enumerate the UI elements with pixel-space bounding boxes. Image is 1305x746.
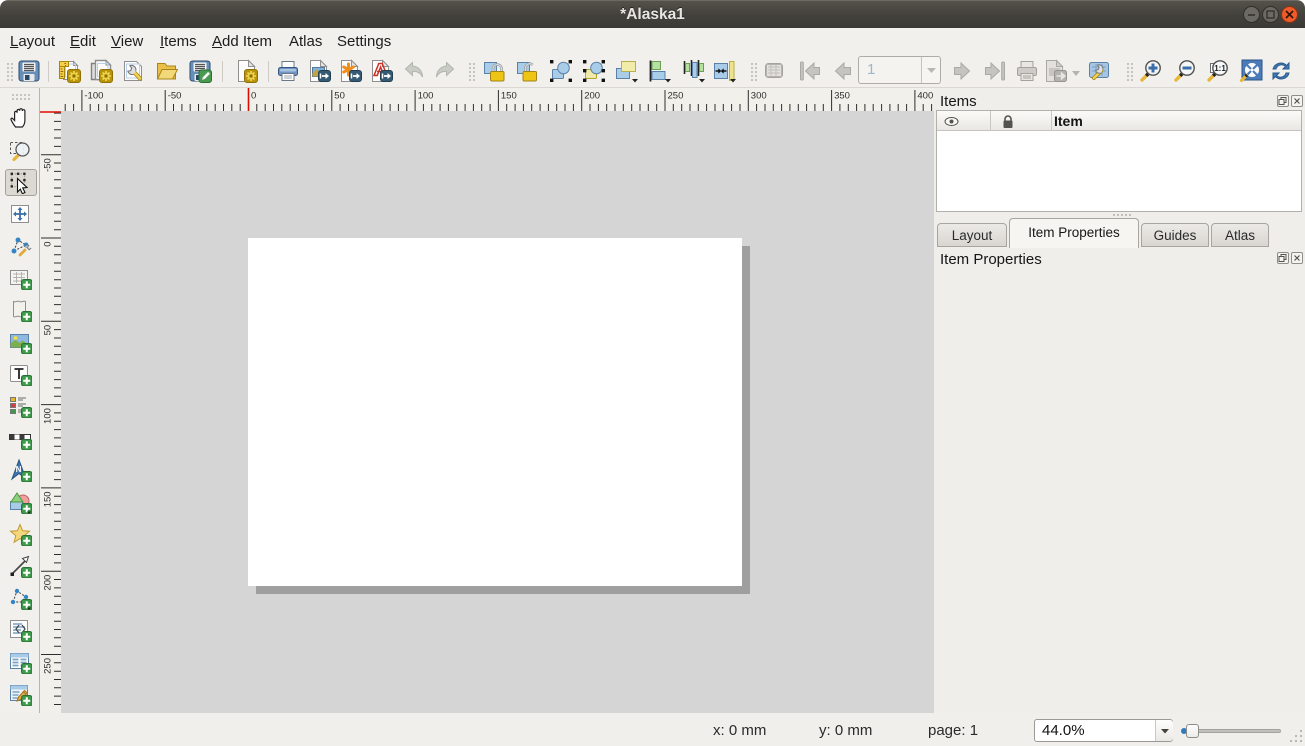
svg-text:100: 100 (43, 408, 54, 424)
svg-text:400: 400 (917, 91, 933, 102)
svg-text:0: 0 (43, 242, 54, 247)
svg-text:200: 200 (43, 575, 54, 591)
svg-text:350: 350 (834, 91, 850, 102)
svg-text:250: 250 (43, 658, 54, 674)
svg-text:50: 50 (334, 91, 345, 102)
svg-text:50: 50 (43, 325, 54, 336)
svg-text:100: 100 (418, 91, 434, 102)
svg-text:300: 300 (751, 91, 767, 102)
svg-text:-100: -100 (84, 91, 103, 102)
svg-text:1:1: 1:1 (1214, 64, 1226, 73)
svg-text:200: 200 (584, 91, 600, 102)
svg-text:-50: -50 (168, 91, 182, 102)
svg-text:N: N (16, 465, 22, 474)
svg-text:250: 250 (668, 91, 684, 102)
svg-text:-50: -50 (43, 158, 54, 172)
svg-text:150: 150 (501, 91, 517, 102)
svg-text:150: 150 (43, 491, 54, 507)
svg-text:0: 0 (251, 91, 256, 102)
